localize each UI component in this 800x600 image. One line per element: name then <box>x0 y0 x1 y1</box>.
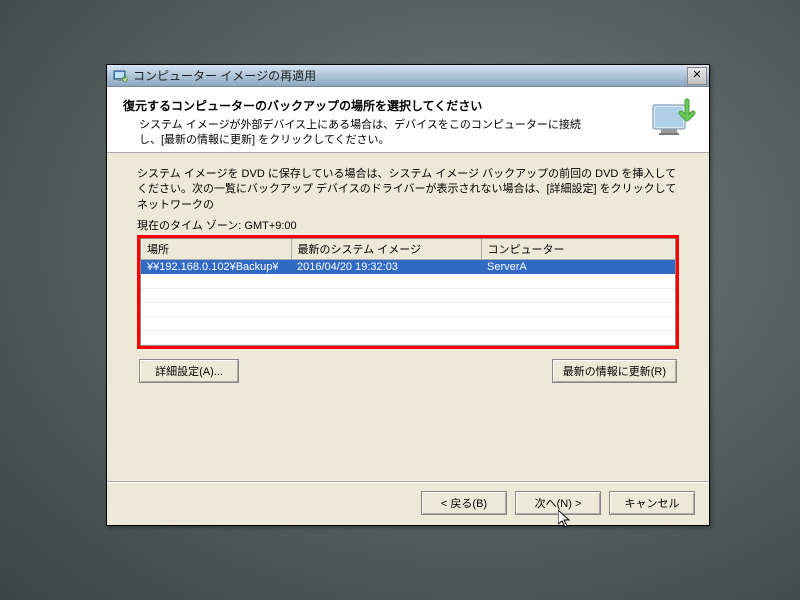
cell-computer: ServerA <box>481 260 675 275</box>
col-latest-image[interactable]: 最新のシステム イメージ <box>291 239 481 260</box>
mid-button-row: 詳細設定(A)... 最新の情報に更新(R) <box>137 359 679 383</box>
refresh-button[interactable]: 最新の情報に更新(R) <box>552 359 677 383</box>
table-row-empty <box>141 330 675 344</box>
table-row-empty <box>141 274 675 288</box>
close-button[interactable]: ✕ <box>687 67 707 85</box>
cancel-button[interactable]: キャンセル <box>609 491 695 515</box>
wizard-header: 復元するコンピューターのバックアップの場所を選択してください システム イメージ… <box>107 87 709 153</box>
col-location[interactable]: 場所 <box>141 239 291 260</box>
backup-icon <box>649 97 697 145</box>
wizard-footer: < 戻る(B) 次へ(N) > キャンセル <box>421 491 695 515</box>
table-row-empty <box>141 288 675 302</box>
timezone-label: 現在のタイム ゾーン: GMT+9:00 <box>137 217 679 233</box>
cell-latest: 2016/04/20 19:32:03 <box>291 260 481 275</box>
titlebar[interactable]: コンピューター イメージの再適用 ✕ <box>107 65 709 87</box>
col-computer[interactable]: コンピューター <box>481 239 675 260</box>
titlebar-title: コンピューター イメージの再適用 <box>133 67 687 84</box>
highlight-box: 場所 最新のシステム イメージ コンピューター ¥¥192.168.0.102¥… <box>137 235 679 349</box>
app-icon <box>113 68 129 84</box>
backup-list: 場所 最新のシステム イメージ コンピューター ¥¥192.168.0.102¥… <box>140 238 676 346</box>
reimage-dialog: コンピューター イメージの再適用 ✕ 復元するコンピューターのバックアップの場所… <box>106 64 710 526</box>
next-button[interactable]: 次へ(N) > <box>515 491 601 515</box>
footer-separator <box>107 481 709 483</box>
table-row-empty <box>141 302 675 316</box>
wizard-content: システム イメージを DVD に保存している場合は、システム イメージ バックア… <box>107 153 709 383</box>
table-row-empty <box>141 316 675 330</box>
back-button[interactable]: < 戻る(B) <box>421 491 507 515</box>
cell-location: ¥¥192.168.0.102¥Backup¥ <box>141 260 291 275</box>
header-description: システム イメージが外部デバイス上にある場合は、デバイスをこのコンピューターに接… <box>123 118 593 149</box>
content-description: システム イメージを DVD に保存している場合は、システム イメージ バックア… <box>137 167 679 213</box>
advanced-button[interactable]: 詳細設定(A)... <box>139 359 239 383</box>
table-row[interactable]: ¥¥192.168.0.102¥Backup¥ 2016/04/20 19:32… <box>141 260 675 275</box>
header-title: 復元するコンピューターのバックアップの場所を選択してください <box>123 97 693 114</box>
table-header-row: 場所 最新のシステム イメージ コンピューター <box>141 239 675 260</box>
